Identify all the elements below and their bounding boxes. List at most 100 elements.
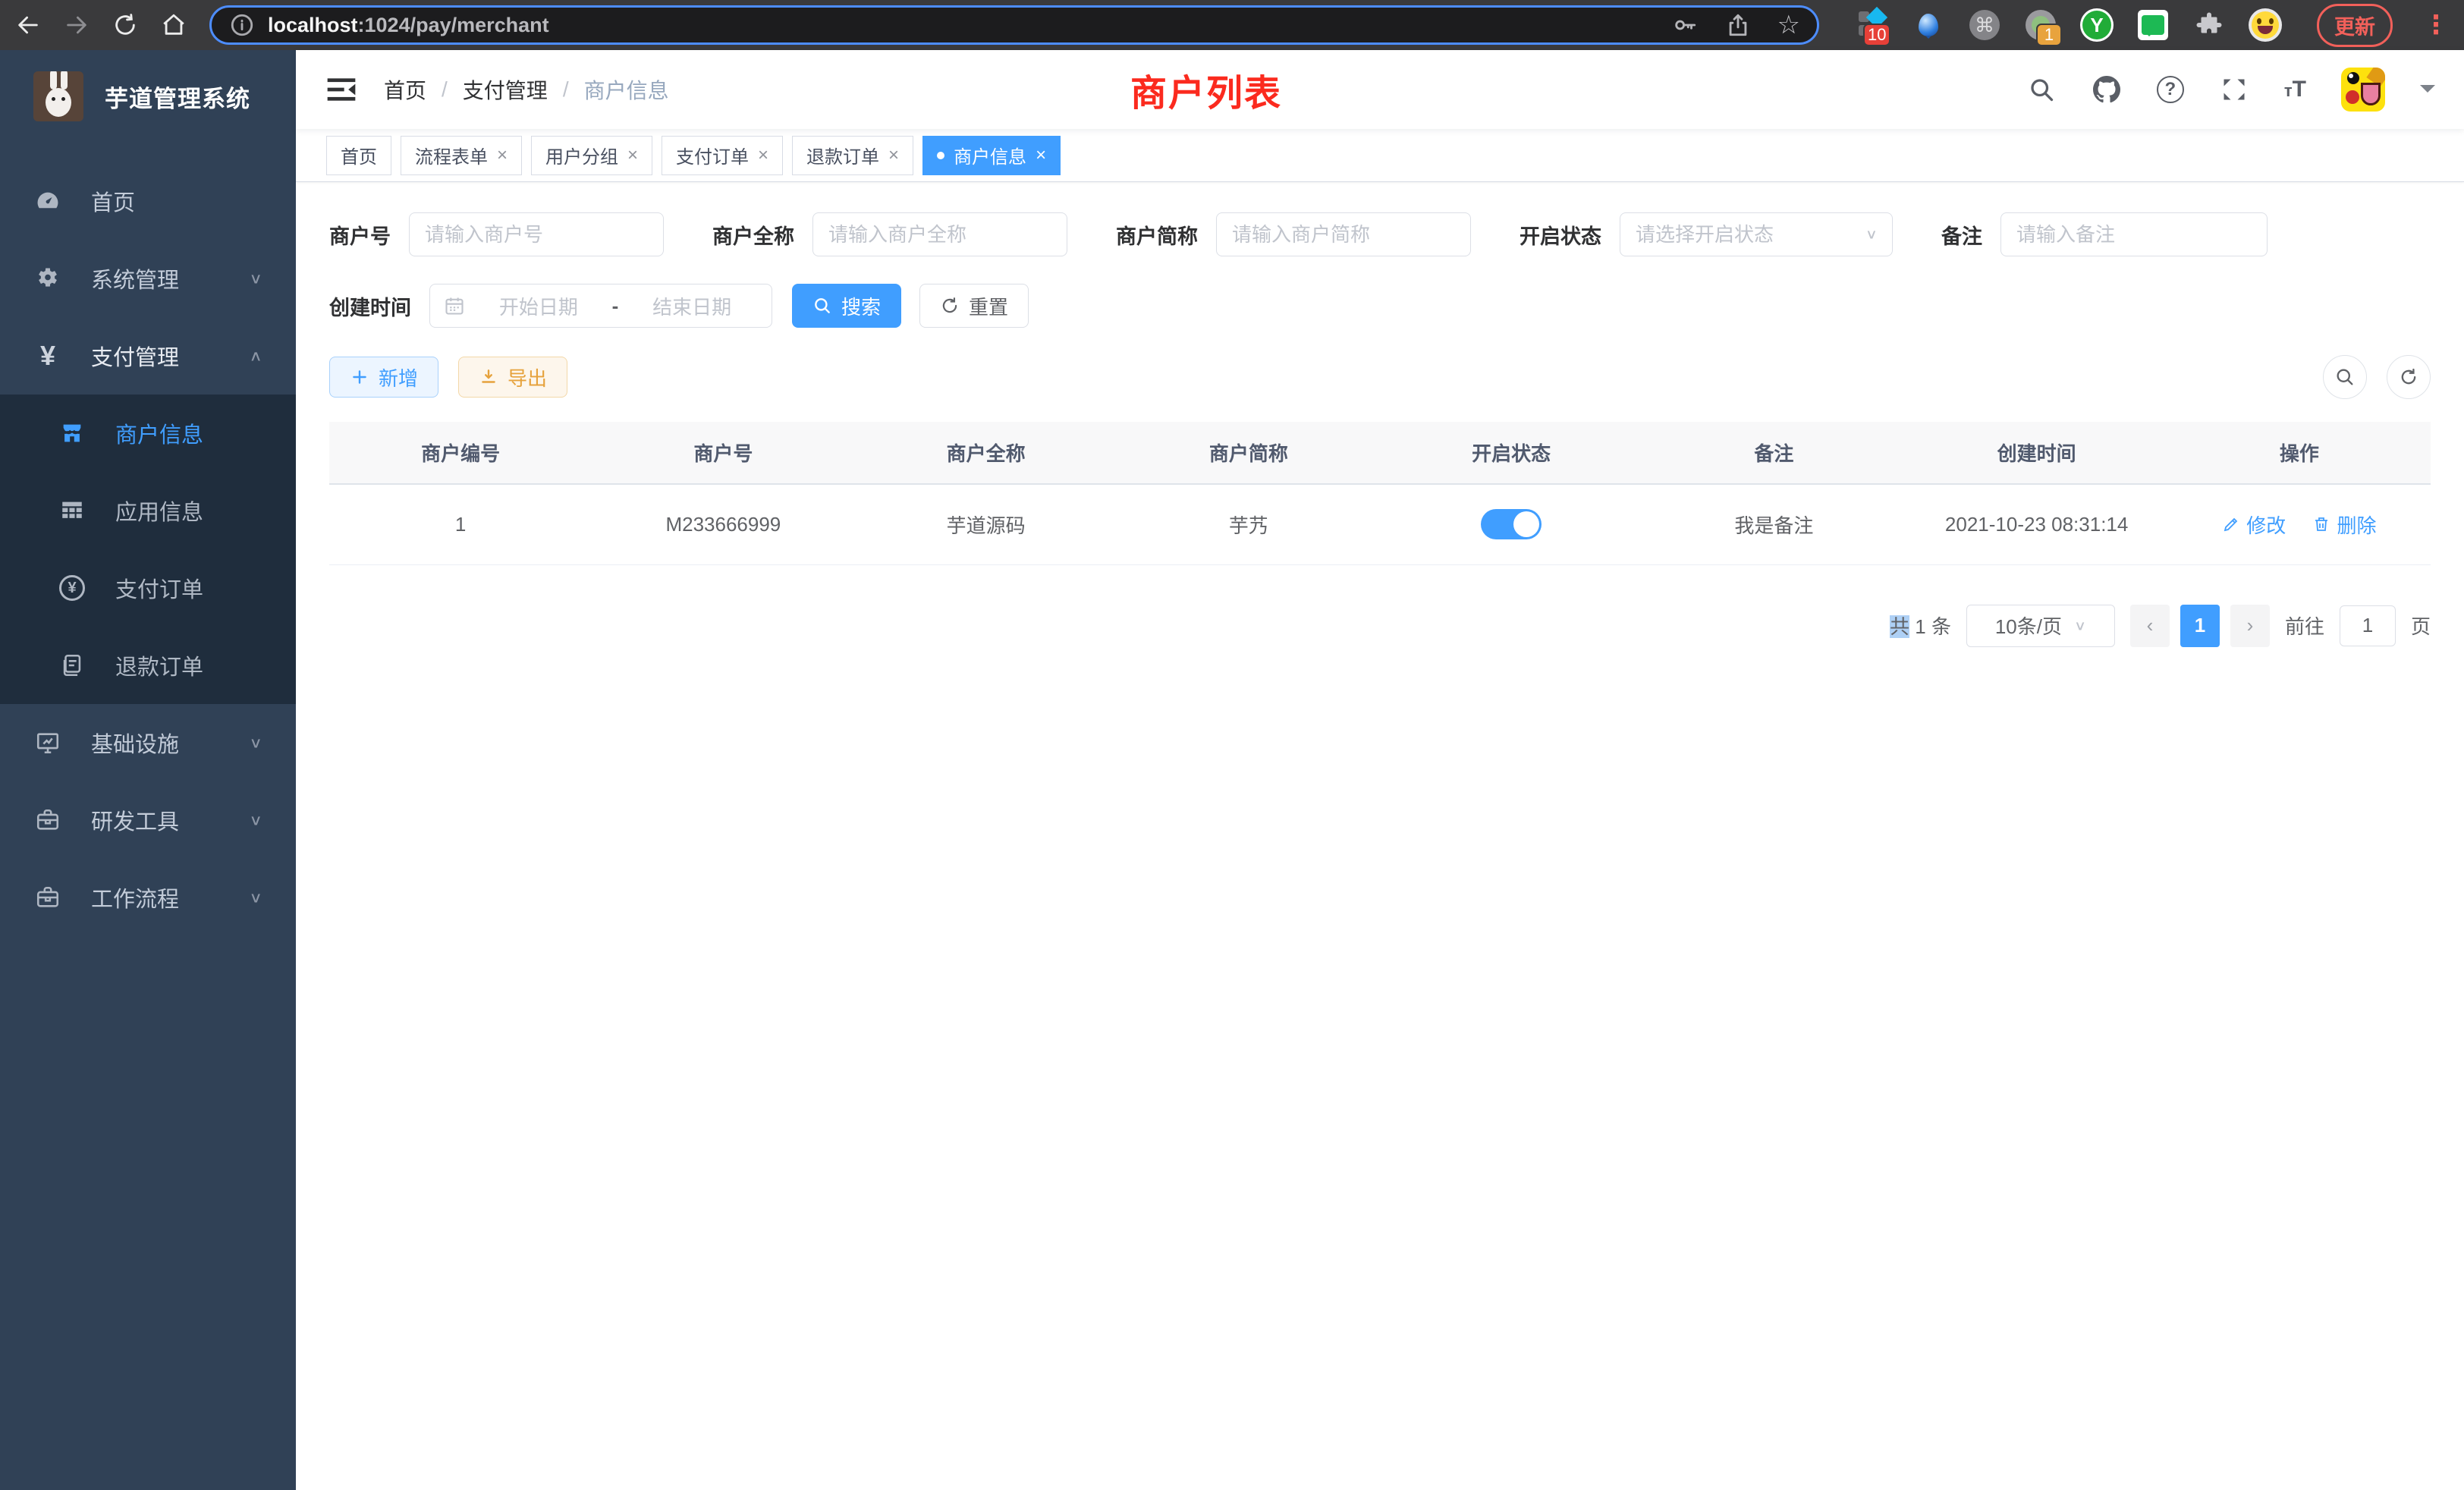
short-name-input[interactable] — [1216, 212, 1471, 256]
share-icon[interactable] — [1724, 11, 1752, 39]
close-icon[interactable]: × — [497, 145, 508, 166]
yen-circle-icon: ¥ — [58, 574, 86, 602]
cell-merchant-id: 1 — [329, 484, 592, 564]
sidebar-item-label: 基础设施 — [91, 727, 179, 759]
browser-update-button[interactable]: 更新 — [2317, 4, 2393, 47]
browser-back-icon[interactable] — [15, 11, 41, 39]
goto-label: 前往 — [2285, 611, 2324, 640]
search-button[interactable]: 搜索 — [792, 284, 901, 328]
field-label: 商户全称 — [712, 220, 794, 250]
github-icon[interactable] — [2092, 74, 2122, 105]
sidebar-item-refund-order[interactable]: 退款订单 — [0, 627, 296, 704]
tab-refund-order[interactable]: 退款订单 × — [792, 136, 913, 175]
sidebar-item-label: 支付订单 — [115, 572, 203, 604]
calendar-icon — [444, 295, 465, 316]
tab-user-group[interactable]: 用户分组 × — [531, 136, 652, 175]
page-1-button[interactable]: 1 — [2180, 605, 2220, 647]
cell-remark: 我是备注 — [1642, 484, 1905, 564]
site-info-icon[interactable] — [228, 11, 256, 39]
sidebar-item-infrastructure[interactable]: 基础设施 ∨ — [0, 704, 296, 781]
merchant-no-input[interactable] — [409, 212, 664, 256]
goto-page-input[interactable] — [2340, 605, 2396, 646]
col-merchant-no: 商户号 — [592, 422, 854, 484]
browser-home-icon[interactable] — [161, 11, 187, 39]
address-bar[interactable]: localhost:1024/pay/merchant ☆ — [209, 5, 1819, 45]
close-icon[interactable]: × — [627, 145, 638, 166]
chevron-down-icon: ∨ — [249, 888, 262, 906]
refresh-table-button[interactable] — [2387, 355, 2431, 399]
table-toolbar: 新增 导出 — [329, 355, 2431, 399]
extension-balloon-icon[interactable] — [1912, 8, 1945, 42]
sidebar-item-workflow[interactable]: 工作流程 ∨ — [0, 859, 296, 936]
close-icon[interactable]: × — [888, 145, 899, 166]
font-size-icon[interactable]: тT — [2284, 77, 2306, 102]
extension-y-icon[interactable]: Y — [2080, 8, 2114, 42]
status-select[interactable] — [1620, 212, 1893, 256]
search-icon — [812, 296, 832, 316]
edit-link[interactable]: 修改 — [2222, 511, 2286, 539]
tab-home[interactable]: 首页 — [326, 136, 391, 175]
chevron-up-icon: ∧ — [249, 347, 262, 364]
delete-link[interactable]: 删除 — [2312, 511, 2376, 539]
toggle-search-button[interactable] — [2323, 355, 2367, 399]
password-key-icon[interactable] — [1671, 11, 1699, 39]
filter-short-name: 商户简称 — [1116, 212, 1471, 256]
prev-page-button[interactable]: ‹ — [2130, 605, 2170, 647]
sidebar-item-pay[interactable]: ¥ 支付管理 ∧ — [0, 317, 296, 395]
export-button[interactable]: 导出 — [458, 357, 567, 398]
extensions-puzzle-icon[interactable] — [2192, 8, 2226, 42]
close-icon[interactable]: × — [758, 145, 768, 166]
sidebar-item-label: 研发工具 — [91, 804, 179, 836]
sidebar-item-system[interactable]: 系统管理 ∨ — [0, 240, 296, 317]
date-range-picker[interactable]: 开始日期 - 结束日期 — [429, 284, 772, 328]
merchant-table: 商户编号 商户号 商户全称 商户简称 开启状态 备注 创建时间 操作 1 M23… — [329, 422, 2431, 565]
sidebar-item-home[interactable]: 首页 — [0, 162, 296, 240]
search-icon[interactable] — [2026, 74, 2057, 105]
status-toggle[interactable] — [1481, 509, 1542, 539]
next-page-button[interactable]: › — [2230, 605, 2270, 647]
breadcrumb-pay[interactable]: 支付管理 — [463, 74, 548, 105]
full-name-input[interactable] — [812, 212, 1067, 256]
add-button[interactable]: 新增 — [329, 357, 438, 398]
tab-pay-order[interactable]: 支付订单 × — [662, 136, 783, 175]
sidebar-item-dev-tools[interactable]: 研发工具 ∨ — [0, 781, 296, 859]
filter-full-name: 商户全称 — [712, 212, 1067, 256]
date-start-placeholder[interactable]: 开始日期 — [473, 292, 605, 320]
tab-process-form[interactable]: 流程表单 × — [401, 136, 522, 175]
page-content: 商户号 商户全称 商户简称 开启状态 ∨ — [296, 182, 2464, 1490]
sidebar-collapse-icon[interactable] — [325, 73, 358, 106]
help-icon[interactable]: ? — [2157, 76, 2184, 103]
sidebar-logo-row[interactable]: 芋道管理系统 — [0, 50, 296, 143]
fullscreen-icon[interactable] — [2219, 74, 2249, 105]
browser-menu-icon[interactable]: ⋮ — [2423, 10, 2449, 40]
date-end-placeholder[interactable]: 结束日期 — [626, 292, 758, 320]
page-size-select[interactable]: 10条/页 ∨ — [1966, 605, 2115, 647]
browser-forward-icon[interactable] — [64, 11, 90, 39]
user-avatar[interactable] — [2341, 68, 2385, 112]
extension-tabs-icon[interactable]: 10 — [1856, 8, 1889, 42]
sidebar-menu: 首页 系统管理 ∨ ¥ 支付管理 ∧ 商户信息 — [0, 162, 296, 936]
tab-merchant-info[interactable]: 商户信息 × — [922, 136, 1061, 175]
extension-command-icon[interactable]: ⌘ — [1968, 8, 2001, 42]
profile-emoji-icon[interactable] — [2249, 8, 2282, 42]
browser-reload-icon[interactable] — [112, 11, 138, 39]
app-shell: 芋道管理系统 首页 系统管理 ∨ ¥ 支付管理 ∧ — [0, 50, 2464, 1490]
sidebar-item-app-info[interactable]: 应用信息 — [0, 472, 296, 549]
sidebar-item-pay-order[interactable]: ¥ 支付订单 — [0, 549, 296, 627]
reset-button[interactable]: 重置 — [919, 284, 1029, 328]
sidebar-item-merchant-info[interactable]: 商户信息 — [0, 395, 296, 472]
filter-status: 开启状态 ∨ — [1520, 212, 1893, 256]
bookmark-star-icon[interactable]: ☆ — [1777, 10, 1800, 40]
extension-camera-icon[interactable]: 1 — [2024, 8, 2057, 42]
remark-input[interactable] — [2000, 212, 2268, 256]
table-header-row: 商户编号 商户号 商户全称 商户简称 开启状态 备注 创建时间 操作 — [329, 422, 2431, 484]
trash-icon — [2312, 515, 2330, 533]
avatar-dropdown-caret-icon[interactable] — [2420, 85, 2435, 100]
close-icon[interactable]: × — [1036, 145, 1046, 166]
extension-chat-icon[interactable] — [2136, 8, 2170, 42]
app-logo — [33, 71, 83, 121]
refresh-icon — [2398, 366, 2419, 388]
col-full-name: 商户全称 — [855, 422, 1117, 484]
breadcrumb-home[interactable]: 首页 — [384, 74, 426, 105]
grid-icon — [58, 496, 86, 525]
